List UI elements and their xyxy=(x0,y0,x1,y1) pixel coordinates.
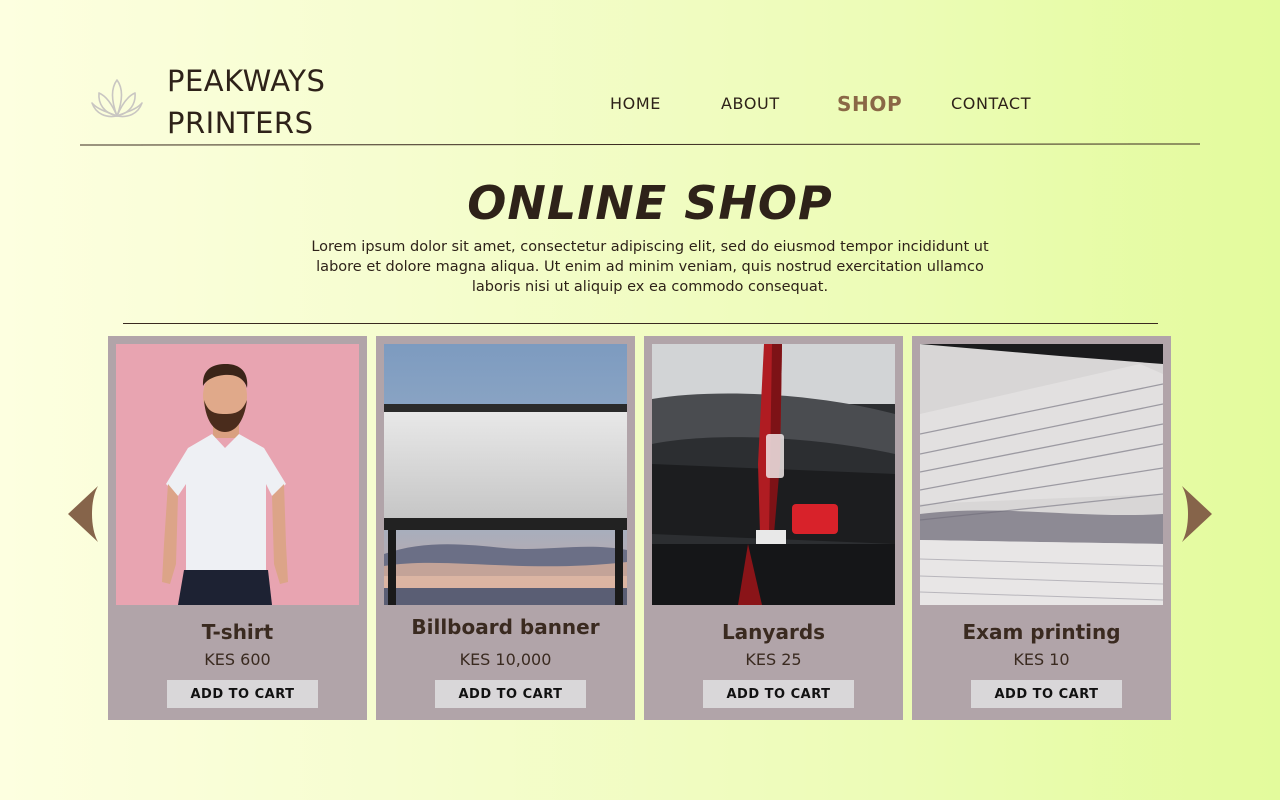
product-image-lanyards[interactable] xyxy=(652,344,895,605)
page-title: ONLINE SHOP xyxy=(467,176,833,230)
nav-item-about[interactable]: ABOUT xyxy=(721,94,780,113)
product-name: Exam printing xyxy=(962,620,1121,644)
main-nav: HOME ABOUT SHOP CONTACT xyxy=(80,92,1200,118)
product-price: KES 25 xyxy=(745,650,802,669)
red-lanyard-photo xyxy=(652,344,895,605)
product-card-lanyards: Lanyards KES 25 ADD TO CART xyxy=(644,336,903,720)
product-card-billboard: Billboard banner KES 10,000 ADD TO CART xyxy=(376,336,635,720)
intro-text: Lorem ipsum dolor sit amet, consectetur … xyxy=(311,239,989,295)
billboard-photo xyxy=(384,344,627,605)
man-in-white-tshirt-photo xyxy=(116,344,359,605)
add-to-cart-button[interactable]: ADD TO CART xyxy=(971,680,1122,708)
product-image-billboard[interactable] xyxy=(384,344,627,605)
product-image-tshirt[interactable] xyxy=(116,344,359,605)
product-price: KES 10,000 xyxy=(459,650,552,669)
product-price: KES 10 xyxy=(1013,650,1070,669)
product-card-tshirt: T-shirt KES 600 ADD TO CART xyxy=(108,336,367,720)
add-to-cart-button[interactable]: ADD TO CART xyxy=(167,680,318,708)
product-image-exam-printing[interactable] xyxy=(920,344,1163,605)
section-divider xyxy=(123,323,1158,324)
chevron-right-icon[interactable] xyxy=(1182,486,1212,542)
site-header: PEAKWAYS PRINTERS HOME ABOUT SHOP CONTAC… xyxy=(80,56,1200,146)
add-to-cart-button[interactable]: ADD TO CART xyxy=(703,680,854,708)
chevron-left-icon[interactable] xyxy=(68,486,98,542)
product-name: T-shirt xyxy=(201,620,274,644)
paper-stack-photo xyxy=(920,344,1163,605)
product-name: Lanyards xyxy=(721,620,826,644)
nav-item-home[interactable]: HOME xyxy=(610,94,661,113)
product-name: Billboard banner xyxy=(411,615,600,639)
product-price: KES 600 xyxy=(204,650,271,669)
product-card-exam-printing: Exam printing KES 10 ADD TO CART xyxy=(912,336,1171,720)
add-to-cart-button[interactable]: ADD TO CART xyxy=(435,680,586,708)
nav-item-contact[interactable]: CONTACT xyxy=(951,94,1031,113)
nav-item-shop[interactable]: SHOP xyxy=(837,92,902,116)
